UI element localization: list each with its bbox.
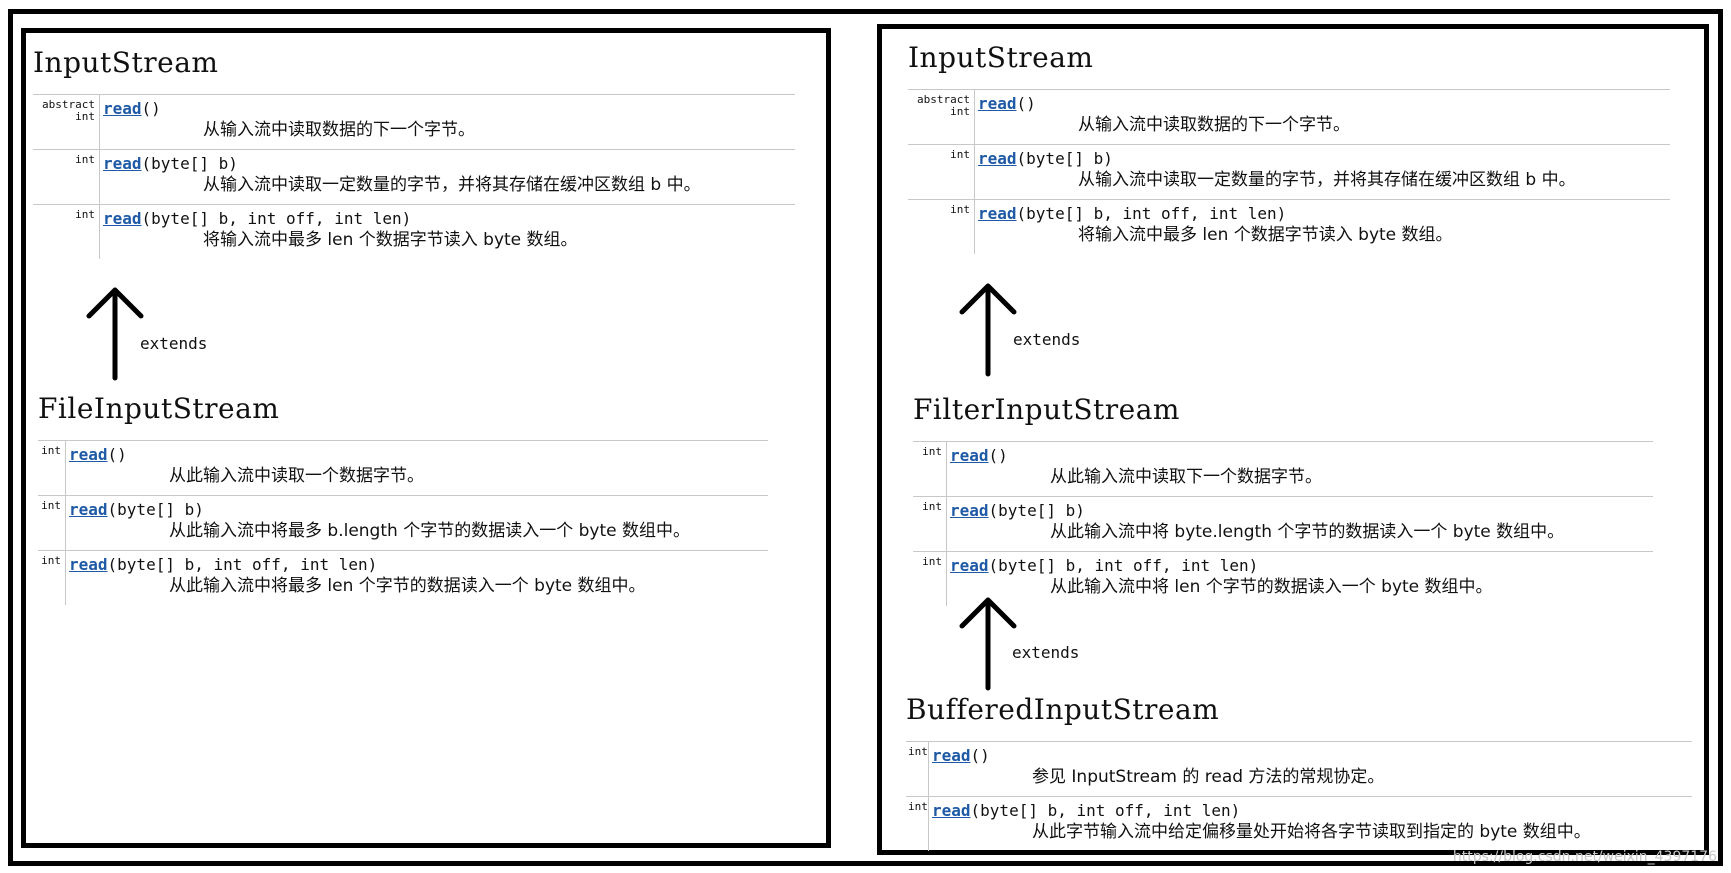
class-title: InputStream <box>908 41 1094 74</box>
method-row: int read(byte[] b) 从此输入流中将 byte.length 个… <box>913 497 1653 552</box>
method-link[interactable]: read <box>950 501 989 520</box>
method-params: () <box>970 746 990 765</box>
method-modifier: int <box>913 497 947 551</box>
method-link[interactable]: read <box>69 445 108 464</box>
method-params: (byte[] b, int off, int len) <box>141 209 412 228</box>
method-params: (byte[] b, int off, int len) <box>988 556 1259 575</box>
class-fileinputstream: FileInputStream int read() 从此输入流中读取一个数据字… <box>38 392 768 605</box>
method-params: () <box>141 99 161 118</box>
method-description: 从输入流中读取数据的下一个字节。 <box>1078 115 1350 135</box>
method-table: int read() 从此输入流中读取下一个数据字节。 int read(byt… <box>913 441 1653 606</box>
method-link[interactable]: read <box>103 154 142 173</box>
extends-label: extends <box>1012 643 1080 662</box>
method-modifier: int <box>38 441 66 495</box>
class-bufferedinputstream: BufferedInputStream int read() 参见 InputS… <box>906 693 1692 851</box>
method-row: int read(byte[] b) 从此输入流中将最多 b.length 个字… <box>38 496 768 551</box>
method-description: 从此输入流中将最多 b.length 个字节的数据读入一个 byte 数组中。 <box>169 521 690 541</box>
method-description: 从此输入流中将最多 len 个字节的数据读入一个 byte 数组中。 <box>169 576 646 596</box>
method-link[interactable]: read <box>978 204 1017 223</box>
method-row: abstract int read() 从输入流中读取数据的下一个字节。 <box>33 95 795 150</box>
class-inputstream-right: InputStream abstract int read() 从输入流中读取数… <box>908 41 1670 254</box>
method-modifier: int <box>908 200 975 254</box>
method-description: 将输入流中最多 len 个数据字节读入 byte 数组。 <box>1078 225 1453 245</box>
method-row: int read() 从此输入流中读取一个数据字节。 <box>38 441 768 496</box>
method-params: (byte[] b, int off, int len) <box>1016 204 1287 223</box>
method-description: 从此输入流中将 len 个字节的数据读入一个 byte 数组中。 <box>1050 577 1493 597</box>
method-params: (byte[] b) <box>1016 149 1113 168</box>
method-description: 从输入流中读取一定数量的字节，并将其存储在缓冲区数组 b 中。 <box>203 175 701 195</box>
method-row: int read() 从此输入流中读取下一个数据字节。 <box>913 442 1653 497</box>
method-link[interactable]: read <box>950 556 989 575</box>
method-row: int read(byte[] b, int off, int len) 将输入… <box>908 200 1670 254</box>
method-description: 从此输入流中读取下一个数据字节。 <box>1050 467 1322 487</box>
method-modifier: int <box>906 742 929 796</box>
method-params: (byte[] b) <box>107 500 204 519</box>
method-modifier: int <box>906 797 929 851</box>
extends-arrow-icon <box>959 283 1017 377</box>
extends-arrow-icon <box>86 287 144 381</box>
method-description: 将输入流中最多 len 个数据字节读入 byte 数组。 <box>203 230 578 250</box>
method-row: int read(byte[] b) 从输入流中读取一定数量的字节，并将其存储在… <box>33 150 795 205</box>
method-params: (byte[] b) <box>141 154 238 173</box>
method-table: abstract int read() 从输入流中读取数据的下一个字节。 int… <box>33 94 795 259</box>
method-description: 参见 InputStream 的 read 方法的常规协定。 <box>1032 767 1385 787</box>
method-description: 从输入流中读取数据的下一个字节。 <box>203 120 475 140</box>
class-inputstream-left: InputStream abstract int read() 从输入流中读取数… <box>33 46 795 259</box>
method-link[interactable]: read <box>103 209 142 228</box>
extends-arrow-icon <box>959 597 1017 691</box>
extends-label: extends <box>140 334 208 353</box>
method-row: int read(byte[] b, int off, int len) 从此输… <box>38 551 768 605</box>
method-params: () <box>1016 94 1036 113</box>
method-modifier: int <box>33 205 100 259</box>
method-params: (byte[] b, int off, int len) <box>970 801 1241 820</box>
method-row: int read(byte[] b, int off, int len) 将输入… <box>33 205 795 259</box>
method-modifier: int <box>33 150 100 204</box>
method-params: (byte[] b) <box>988 501 1085 520</box>
method-link[interactable]: read <box>950 446 989 465</box>
method-params: (byte[] b, int off, int len) <box>107 555 378 574</box>
method-description: 从此输入流中将 byte.length 个字节的数据读入一个 byte 数组中。 <box>1050 522 1565 542</box>
class-title: InputStream <box>33 46 219 79</box>
method-row: int read(byte[] b, int off, int len) 从此输… <box>913 552 1653 606</box>
method-modifier: int <box>908 145 975 199</box>
method-link[interactable]: read <box>69 500 108 519</box>
method-table: abstract int read() 从输入流中读取数据的下一个字节。 int… <box>908 89 1670 254</box>
extends-label: extends <box>1013 330 1081 349</box>
method-modifier: abstract int <box>908 90 975 144</box>
method-link[interactable]: read <box>69 555 108 574</box>
method-link[interactable]: read <box>103 99 142 118</box>
method-row: int read() 参见 InputStream 的 read 方法的常规协定… <box>906 742 1692 797</box>
method-modifier: int <box>38 496 66 550</box>
method-table: int read() 参见 InputStream 的 read 方法的常规协定… <box>906 741 1692 851</box>
class-title: BufferedInputStream <box>906 693 1220 726</box>
method-description: 从输入流中读取一定数量的字节，并将其存储在缓冲区数组 b 中。 <box>1078 170 1576 190</box>
method-link[interactable]: read <box>932 801 971 820</box>
method-table: int read() 从此输入流中读取一个数据字节。 int read(byte… <box>38 440 768 605</box>
method-modifier: int <box>38 551 66 605</box>
method-params: () <box>107 445 127 464</box>
method-description: 从此输入流中读取一个数据字节。 <box>169 466 424 486</box>
class-title: FilterInputStream <box>913 393 1180 426</box>
class-title: FileInputStream <box>38 392 280 425</box>
method-params: () <box>988 446 1008 465</box>
method-row: int read(byte[] b) 从输入流中读取一定数量的字节，并将其存储在… <box>908 145 1670 200</box>
method-link[interactable]: read <box>978 149 1017 168</box>
method-row: int read(byte[] b, int off, int len) 从此字… <box>906 797 1692 851</box>
method-modifier: int <box>913 552 947 606</box>
method-modifier: int <box>913 442 947 496</box>
method-link[interactable]: read <box>978 94 1017 113</box>
class-filterinputstream: FilterInputStream int read() 从此输入流中读取下一个… <box>913 393 1653 606</box>
method-description: 从此字节输入流中给定偏移量处开始将各字节读取到指定的 byte 数组中。 <box>1032 822 1591 842</box>
method-link[interactable]: read <box>932 746 971 765</box>
method-row: abstract int read() 从输入流中读取数据的下一个字节。 <box>908 90 1670 145</box>
watermark: https://blog.csdn.net/weixin_4397176 <box>1452 849 1717 865</box>
method-modifier: abstract int <box>33 95 100 149</box>
